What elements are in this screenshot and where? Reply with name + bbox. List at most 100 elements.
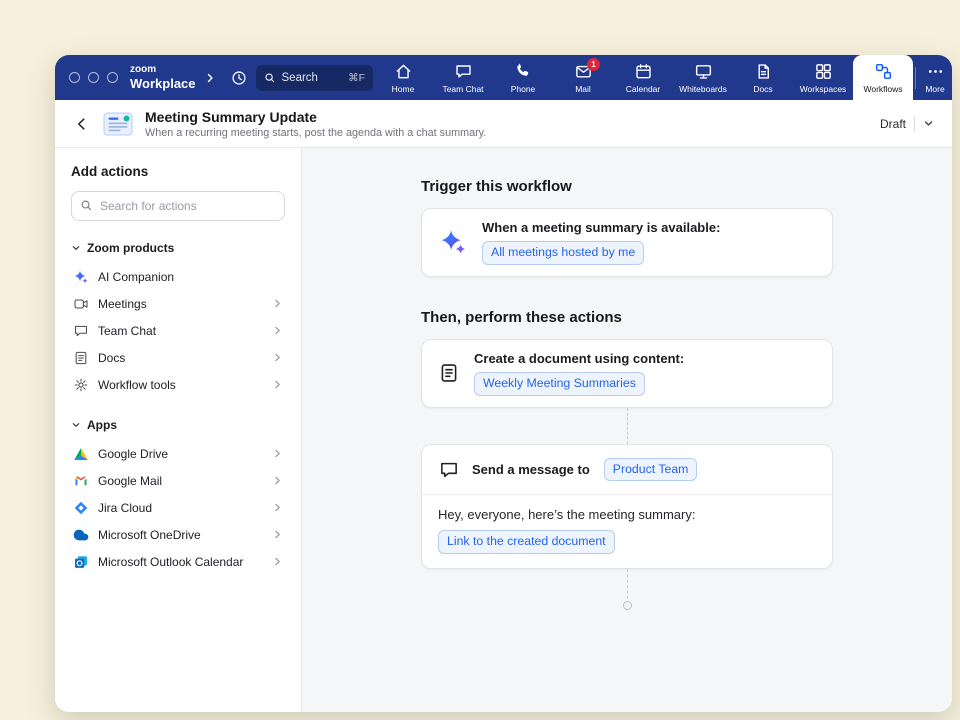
workflow-canvas: Trigger this workflow When a meeting sum… — [302, 148, 952, 712]
sidebar-item-label: Workflow tools — [98, 378, 176, 392]
sidebar-heading: Add actions — [71, 164, 285, 179]
nav-label-home: Home — [392, 84, 415, 94]
nav-label-workflows: Workflows — [863, 84, 902, 94]
actions-search-input[interactable] — [71, 191, 285, 221]
sidebar-item-docs[interactable]: Docs — [71, 344, 285, 371]
send-message-text: Send a message to — [472, 462, 590, 477]
outlook-icon — [73, 554, 89, 570]
create-document-text: Create a document using content: — [474, 351, 684, 366]
ai-sparkle-icon — [438, 227, 468, 257]
sidebar-item-label: Microsoft OneDrive — [98, 528, 201, 542]
gmail-icon — [73, 473, 89, 489]
sidebar-item-microsoft-outlook-calendar[interactable]: Microsoft Outlook Calendar — [71, 548, 285, 575]
message-recipient-chip[interactable]: Product Team — [604, 458, 698, 482]
nav-label-more: More — [925, 84, 944, 94]
add-next-action-node[interactable] — [623, 601, 632, 610]
sidebar-item-microsoft-onedrive[interactable]: Microsoft OneDrive — [71, 521, 285, 548]
ai-sparkle-icon — [73, 269, 89, 285]
nav-item-docs[interactable]: Docs — [733, 55, 793, 100]
back-button[interactable] — [73, 115, 91, 133]
search-icon — [264, 72, 276, 84]
sidebar-item-label: Meetings — [98, 297, 147, 311]
workflow-title-block: Meeting Summary Update When a recurring … — [145, 109, 486, 139]
nav-label-phone: Phone — [511, 84, 536, 94]
sidebar-item-jira-cloud[interactable]: Jira Cloud — [71, 494, 285, 521]
meeting-summary-thumbnail-icon — [103, 111, 133, 137]
sidebar-item-label: Jira Cloud — [98, 501, 152, 515]
chevron-right-icon — [272, 529, 283, 540]
window-controls[interactable] — [69, 72, 118, 83]
sidebar-item-google-mail[interactable]: Google Mail — [71, 467, 285, 494]
nav-item-workflows[interactable]: Workflows — [853, 55, 913, 100]
window-minimize-button[interactable] — [88, 72, 99, 83]
onedrive-icon — [73, 527, 89, 543]
sidebar-item-label: Microsoft Outlook Calendar — [98, 555, 243, 569]
nav-item-phone[interactable]: Phone — [493, 55, 553, 100]
video-icon — [73, 296, 89, 312]
nav-item-workspaces[interactable]: Workspaces — [793, 55, 853, 100]
actions-heading: Then, perform these actions — [421, 309, 833, 326]
nav-label-workspaces: Workspaces — [800, 84, 847, 94]
section-apps[interactable]: Apps — [71, 418, 285, 432]
chevron-down-icon — [71, 243, 81, 253]
chevron-right-icon[interactable] — [204, 72, 216, 84]
nav-item-calendar[interactable]: Calendar — [613, 55, 673, 100]
sidebar-item-team-chat[interactable]: Team Chat — [71, 317, 285, 344]
app-window: zoom Workplace Search ⌘F Home Team Chat — [55, 55, 952, 712]
sidebar-item-meetings[interactable]: Meetings — [71, 290, 285, 317]
window-zoom-button[interactable] — [107, 72, 118, 83]
create-document-card[interactable]: Create a document using content: Weekly … — [421, 339, 833, 408]
message-body-text: Hey, everyone, here’s the meeting summar… — [438, 507, 695, 522]
section-zoom-products[interactable]: Zoom products — [71, 241, 285, 255]
history-icon[interactable] — [230, 69, 248, 87]
brand-zoom: zoom — [130, 65, 196, 75]
chevron-right-icon — [272, 448, 283, 459]
status-divider — [914, 117, 915, 131]
window-close-button[interactable] — [69, 72, 80, 83]
sidebar-item-google-drive[interactable]: Google Drive — [71, 440, 285, 467]
workflow-subtitle: When a recurring meeting starts, post th… — [145, 127, 486, 139]
sidebar-item-label: AI Companion — [98, 270, 174, 284]
nav-label-team-chat: Team Chat — [442, 84, 483, 94]
chat-icon — [73, 323, 89, 339]
chevron-left-icon — [73, 115, 91, 133]
brand-workplace: Workplace — [130, 77, 196, 90]
nav-item-more[interactable]: More — [918, 55, 952, 100]
top-nav-bar: zoom Workplace Search ⌘F Home Team Chat — [55, 55, 952, 100]
nav-tabs: Home Team Chat Phone 1 Mail Calendar — [373, 55, 952, 100]
document-content-chip[interactable]: Weekly Meeting Summaries — [474, 372, 645, 396]
send-message-card[interactable]: Send a message to Product Team Hey, ever… — [421, 444, 833, 570]
search-shortcut: ⌘F — [348, 72, 365, 84]
nav-label-whiteboards: Whiteboards — [679, 84, 727, 94]
phone-icon — [514, 62, 533, 81]
zoom-workplace-logo: zoom Workplace — [130, 65, 196, 90]
workflow-title: Meeting Summary Update — [145, 109, 486, 125]
nav-item-mail[interactable]: 1 Mail — [553, 55, 613, 100]
google-drive-icon — [73, 446, 89, 462]
workflows-icon — [874, 62, 893, 81]
nav-item-team-chat[interactable]: Team Chat — [433, 55, 493, 100]
sidebar-item-workflow-tools[interactable]: Workflow tools — [71, 371, 285, 398]
nav-item-whiteboards[interactable]: Whiteboards — [673, 55, 733, 100]
chevron-right-icon — [272, 352, 283, 363]
chevron-right-icon — [272, 475, 283, 486]
sidebar-item-label: Docs — [98, 351, 125, 365]
trigger-scope-chip[interactable]: All meetings hosted by me — [482, 241, 644, 265]
chevron-right-icon — [272, 502, 283, 513]
docs-icon — [754, 62, 773, 81]
mail-unread-badge: 1 — [587, 58, 600, 71]
message-link-chip[interactable]: Link to the created document — [438, 530, 615, 554]
gear-icon — [73, 377, 89, 393]
whiteboard-icon — [694, 62, 713, 81]
global-search[interactable]: Search ⌘F — [256, 65, 373, 91]
doc-icon — [73, 350, 89, 366]
sidebar-item-ai-companion[interactable]: AI Companion — [71, 263, 285, 290]
trigger-card[interactable]: When a meeting summary is available: All… — [421, 208, 833, 277]
chat-icon — [454, 62, 473, 81]
chevron-down-icon — [71, 420, 81, 430]
nav-item-home[interactable]: Home — [373, 55, 433, 100]
flow-connector — [627, 569, 628, 599]
nav-label-calendar: Calendar — [626, 84, 661, 94]
nav-label-mail: Mail — [575, 84, 591, 94]
status-dropdown[interactable]: Draft — [880, 117, 934, 131]
